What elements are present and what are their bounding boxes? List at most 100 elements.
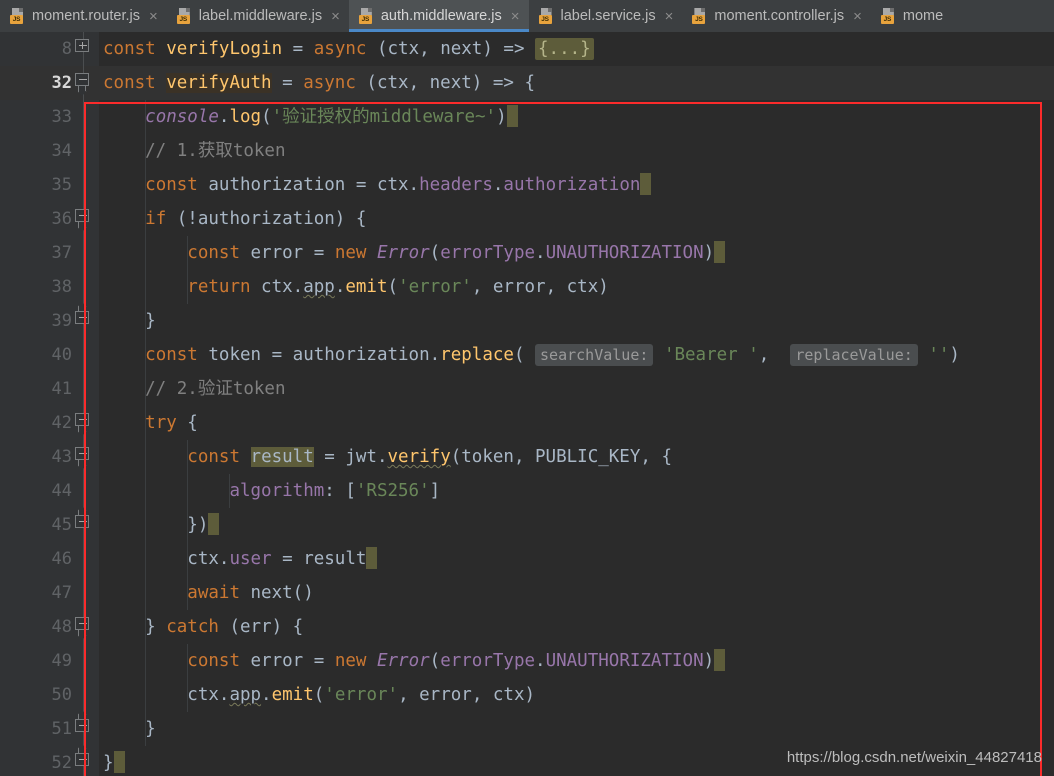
code-line[interactable]: 35 const authorization = ctx.headers.aut… [0,168,1054,202]
close-icon[interactable]: × [147,9,158,24]
line-number: 52 [51,753,72,773]
highlighted-identifier: verifyAuth [166,73,272,93]
watermark-text: https://blog.csdn.net/weixin_44827418 [786,749,1042,766]
line-number: 39 [51,311,72,331]
code-line[interactable]: 39 } [0,302,1054,338]
close-icon[interactable]: × [329,9,340,24]
line-number: 36 [51,209,72,229]
js-badge-label: JS [10,15,23,24]
code-text: const token = authorization.replace( sea… [145,344,960,366]
code-text: ctx.app.emit('error', error, ctx) [103,685,536,705]
code-line[interactable]: 37 const error = new Error(errorType.UNA… [0,236,1054,270]
js-badge-label: JS [880,15,894,24]
js-file-icon: JS [176,8,192,24]
code-text: } [103,311,156,331]
search-match: result [250,447,314,467]
code-line[interactable]: 8 const verifyLogin = async (ctx, next) =… [0,32,1054,66]
code-line[interactable]: 49 const error = new Error(errorType.UNA… [0,644,1054,678]
code-editor[interactable]: 8 const verifyLogin = async (ctx, next) =… [0,32,1054,776]
parameter-hint: searchValue: [535,344,654,366]
js-file-icon: JS [10,8,25,24]
code-text: const verifyAuth = async (ctx, next) => … [103,73,536,93]
code-line[interactable]: 40 const token = authorization.replace( … [0,338,1054,372]
tab-label-service-js[interactable]: JS label.service.js × [528,0,683,32]
code-line[interactable]: 43 const result = jwt.verify(token, PUBL… [0,440,1054,474]
code-text: await next() [187,583,314,603]
tab-moment-controller-js[interactable]: JS moment.controller.js × [682,0,871,32]
fold-collapse-end-icon[interactable] [75,302,92,330]
fold-collapse-end-icon[interactable] [75,744,92,772]
fold-collapse-icon[interactable] [75,447,92,470]
fold-guide-line [83,372,84,406]
line-number: 34 [51,141,72,161]
close-icon[interactable]: × [663,9,674,24]
eol-highlight-block [640,173,652,195]
tab-label: moment.router.js [32,8,140,24]
fold-collapse-end-icon[interactable] [75,506,92,534]
code-line[interactable]: 33 console.log('验证授权的middleware~') [0,100,1054,134]
code-line[interactable]: 42 try { [0,406,1054,440]
line-number: 33 [51,107,72,127]
line-number: 47 [51,583,72,603]
js-file-icon: JS [880,8,896,24]
tab-moment-router-js[interactable]: JS moment.router.js × [0,0,167,32]
close-icon[interactable]: × [851,9,862,24]
code-text: return ctx.app.emit('error', error, ctx) [187,277,609,297]
code-line[interactable]: 45 }) [0,506,1054,542]
fold-guide-line [83,474,84,508]
tab-auth-middleware-js[interactable]: JS auth.middleware.js × [348,0,529,32]
fold-guide-line [83,270,84,304]
tab-label: mome [902,8,944,24]
line-number: 45 [51,515,72,535]
line-number: 32 [51,73,72,93]
code-line[interactable]: 41 // 2.验证token [0,372,1054,406]
code-line[interactable]: 46 ctx.user = result [0,542,1054,576]
code-line[interactable]: 47 await next() [0,576,1054,610]
code-line[interactable]: 34 // 1.获取token [0,134,1054,168]
js-badge-label: JS [176,15,190,24]
fold-collapse-icon[interactable] [75,73,92,96]
code-text: } catch (err) { [103,617,304,637]
js-badge-label: JS [538,15,552,24]
code-line[interactable]: 36 if (!authorization) { [0,202,1054,236]
line-number: 43 [51,447,72,467]
code-line[interactable]: 48 } catch (err) { [0,610,1054,644]
fold-collapse-icon[interactable] [75,617,92,640]
tab-moment-partial[interactable]: JS mome [870,0,953,32]
code-line[interactable]: 44 algorithm: ['RS256'] [0,474,1054,508]
code-text: const verifyLogin = async (ctx, next) =>… [99,32,594,66]
code-line[interactable]: 38 return ctx.app.emit('error', error, c… [0,270,1054,304]
fold-collapse-icon[interactable] [75,413,92,436]
tab-label: label.middleware.js [198,8,323,24]
eol-highlight-block [208,513,220,535]
code-text: try { [145,413,198,433]
tab-label: auth.middleware.js [380,8,502,24]
fold-guide-line [83,236,84,270]
code-editor-window: JS moment.router.js × JS label.middlewar… [0,0,1054,776]
fold-guide-line [83,644,84,678]
code-line[interactable]: 51 } [0,710,1054,746]
parameter-hint: replaceValue: [790,344,918,366]
tab-label: label.service.js [560,8,656,24]
code-text: } [103,719,156,739]
line-number: 50 [51,685,72,705]
code-text: const error = new Error(errorType.UNAUTH… [99,236,726,270]
fold-guide-line [83,542,84,576]
line-number: 46 [51,549,72,569]
code-line[interactable]: 50 ctx.app.emit('error', error, ctx) [0,678,1054,712]
code-text: if (!authorization) { [145,209,367,229]
code-text: const result = jwt.verify(token, PUBLIC_… [187,447,672,467]
fold-collapse-end-icon[interactable] [75,710,92,738]
fold-collapse-icon[interactable] [75,209,92,232]
line-number: 49 [51,651,72,671]
tab-label-middleware-js[interactable]: JS label.middleware.js × [166,0,349,32]
eol-highlight-block [506,105,518,127]
close-icon[interactable]: × [509,9,520,24]
code-line[interactable]: 32 const verifyAuth = async (ctx, next) =… [0,66,1054,100]
eol-highlight-block [714,649,726,671]
fold-guide-line [83,576,84,610]
line-number: 51 [51,719,72,739]
eol-highlight-block [113,751,125,773]
line-number: 48 [51,617,72,637]
fold-expand-icon[interactable] [75,39,92,58]
